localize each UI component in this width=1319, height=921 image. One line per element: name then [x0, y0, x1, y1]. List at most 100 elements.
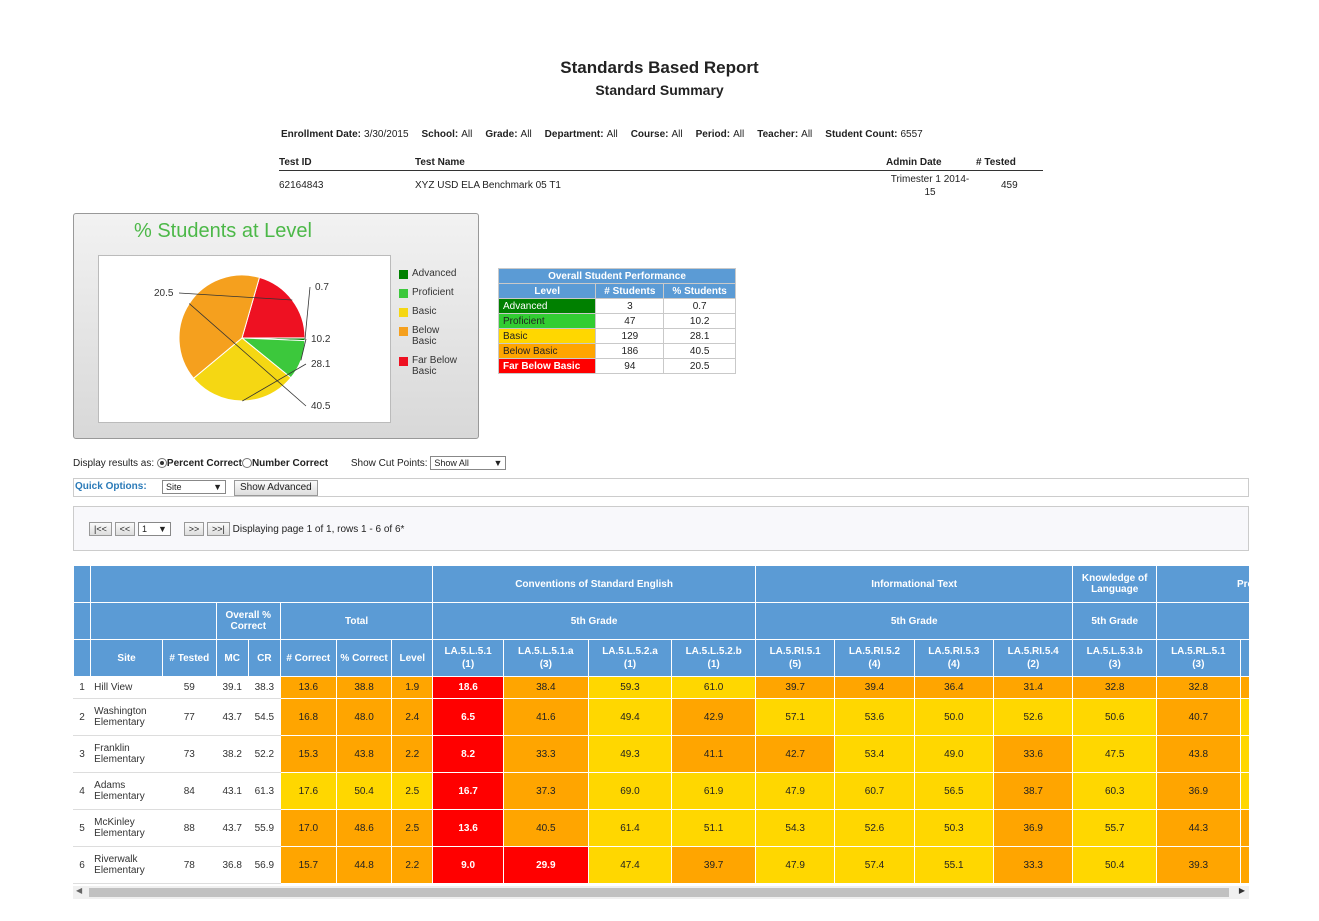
performance-table-title: Overall Student Performance	[498, 268, 736, 284]
site-column-header[interactable]: Site	[90, 639, 163, 677]
show-advanced-button[interactable]: Show Advanced	[234, 480, 318, 496]
num-correct-column-header[interactable]: # Correct	[279, 639, 337, 677]
standard-value: 36.9	[1156, 772, 1241, 810]
page-select[interactable]: 1 ▼	[137, 522, 171, 536]
scroll-right-icon[interactable]: ▶	[1239, 886, 1245, 895]
performance-row: Basic 129 28.1	[497, 328, 736, 344]
cut-points-select[interactable]: Show All ▼	[430, 456, 507, 470]
tested-value: 59	[162, 676, 217, 699]
horizontal-scrollbar[interactable]: ◀ ▶	[73, 886, 1249, 899]
number-correct-radio[interactable]	[241, 458, 252, 469]
tested-value: 77	[162, 698, 217, 736]
legend-label: Advanced	[412, 268, 457, 279]
test-name: XYZ USD ELA Benchmark 05 T1	[415, 180, 561, 191]
standard-value: 29.9	[502, 846, 589, 884]
row-number: 5	[73, 809, 92, 847]
chevron-down-icon: ▼	[493, 458, 503, 468]
scroll-left-icon[interactable]: ◀	[76, 886, 82, 895]
standard-value: 39.7	[754, 676, 836, 699]
cr-column-header[interactable]: CR	[247, 639, 281, 677]
site-name[interactable]: Washington Elementary	[90, 698, 163, 736]
standard-column-header[interactable]: LA.5.RL.5.2(1)	[1239, 639, 1249, 677]
standard-value: 36.4	[913, 676, 995, 699]
standard-value: 47.4	[587, 846, 673, 884]
level-value: 2.5	[391, 809, 434, 847]
num-correct-value: 17.6	[279, 772, 337, 810]
standard-value: 38.7	[993, 772, 1074, 810]
standard-column-header[interactable]: LA.5.L.5.1.a (3)	[502, 639, 589, 677]
standard-value: 8.2	[432, 735, 504, 773]
standard-value: 18.6	[432, 676, 504, 699]
filter-label: Teacher:	[757, 129, 799, 140]
standard-column-header[interactable]: LA.5.RI.5.4 (2)	[993, 639, 1074, 677]
pie-leader-line	[304, 286, 311, 340]
test-id: 62164843	[279, 180, 324, 191]
cr-value: 56.9	[247, 846, 281, 884]
pct-correct-column-header[interactable]: % Correct	[335, 639, 393, 677]
table-row[interactable]: 1 Hill View 59 39.1 38.3 13.6 38.8 1.9 18.6 38.4 5…	[73, 676, 1249, 699]
next-page-button[interactable]: >>	[183, 522, 205, 536]
tested-header: # Tested	[976, 157, 1016, 168]
standard-value: 45.2	[1239, 735, 1249, 773]
performance-row: Below Basic 186 40.5	[497, 343, 736, 359]
percent-correct-label[interactable]: Percent Correct	[167, 458, 242, 469]
standard-column-header[interactable]: LA.5.L.5.1 (1)	[432, 639, 504, 677]
mc-value: 43.7	[215, 809, 249, 847]
pie-data-label: 20.5	[154, 288, 174, 299]
level-column-header[interactable]: Level	[391, 639, 434, 677]
filter-value: All	[671, 129, 683, 140]
total-header: Total	[279, 602, 434, 640]
tested-value: 78	[162, 846, 217, 884]
site-name[interactable]: Franklin Elementary	[90, 735, 163, 773]
chevron-down-icon: ▼	[213, 482, 222, 492]
display-results-label: Display results as:	[73, 458, 155, 469]
legend-swatch	[399, 289, 408, 298]
legend-item: Advanced	[399, 268, 457, 279]
legend-label: Basic	[412, 306, 437, 317]
prev-page-button[interactable]: <<	[114, 522, 136, 536]
standard-value: 46.4	[1239, 772, 1249, 810]
site-name[interactable]: Hill View	[90, 676, 163, 699]
standard-value: 9.0	[432, 846, 504, 884]
last-page-button[interactable]: >>|	[207, 522, 230, 536]
standard-column-header[interactable]: LA.5.L.5.3.b (3)	[1072, 639, 1157, 677]
scrollbar-thumb[interactable]	[89, 888, 1229, 897]
site-name[interactable]: McKinley Elementary	[90, 809, 163, 847]
table-row[interactable]: 5 McKinley Elementary 88 43.7 55.9 17.0 48.6 2.…	[73, 809, 1249, 847]
standard-column-header[interactable]: LA.5.RL.5.1 (3)	[1156, 639, 1241, 677]
admin-date-header: Admin Date	[886, 157, 942, 168]
tested-value: 73	[162, 735, 217, 773]
site-name[interactable]: Riverwalk Elementary	[90, 846, 163, 884]
number-correct-label[interactable]: Number Correct	[252, 458, 328, 469]
standard-value: 39.3	[1156, 846, 1241, 884]
standard-column-header[interactable]: LA.5.RI.5.2 (4)	[834, 639, 915, 677]
percent-correct-radio[interactable]	[156, 458, 167, 469]
quick-options-select[interactable]: Site ▼	[162, 480, 226, 494]
performance-pct: 10.2	[663, 313, 736, 329]
row-number: 6	[73, 846, 92, 884]
standard-value: 50.3	[913, 809, 995, 847]
standard-value: 49.3	[587, 735, 673, 773]
first-page-button[interactable]: |<<	[89, 522, 112, 536]
table-row[interactable]: 4 Adams Elementary 84 43.1 61.3 17.6 50.4 2.5 16…	[73, 772, 1249, 810]
standard-value: 44.3	[1156, 809, 1241, 847]
standard-column-header[interactable]: LA.5.RI.5.1 (5)	[754, 639, 836, 677]
table-row[interactable]: 6 Riverwalk Elementary 78 36.8 56.9 15.7 44.8 2…	[73, 846, 1249, 884]
cr-value: 61.3	[247, 772, 281, 810]
standard-column-header[interactable]: LA.5.L.5.2.b (1)	[671, 639, 756, 677]
performance-students: 129	[595, 328, 665, 344]
standard-column-header[interactable]: LA.5.L.5.2.a (1)	[587, 639, 673, 677]
site-name[interactable]: Adams Elementary	[90, 772, 163, 810]
mc-column-header[interactable]: MC	[215, 639, 249, 677]
standard-value: 61.0	[671, 676, 756, 699]
cr-value: 52.2	[247, 735, 281, 773]
table-row[interactable]: 2 Washington Elementary 77 43.7 54.5 16.8 48.0…	[73, 698, 1249, 736]
mc-value: 36.8	[215, 846, 249, 884]
standard-column-header[interactable]: LA.5.RI.5.3 (4)	[913, 639, 995, 677]
students-header: # Students	[595, 283, 665, 299]
num-correct-value: 15.3	[279, 735, 337, 773]
group-knowledge-of-language: Knowledge of Language	[1072, 565, 1157, 603]
admin-date: Trimester 1 2014- 15	[890, 174, 970, 198]
table-row[interactable]: 3 Franklin Elementary 73 38.2 52.2 15.3 43.8 2.…	[73, 735, 1249, 773]
tested-column-header[interactable]: # Tested	[162, 639, 217, 677]
